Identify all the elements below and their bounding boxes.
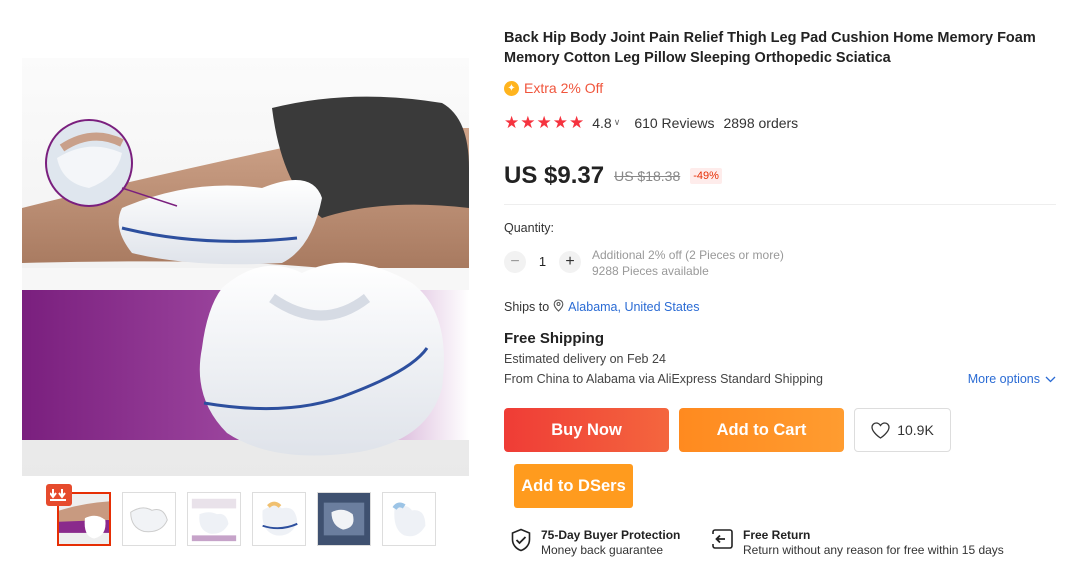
quantity-input[interactable]: 1 — [526, 254, 559, 269]
thumbnail-4[interactable] — [252, 492, 306, 546]
buyer-protection[interactable]: 75-Day Buyer Protection Money back guara… — [510, 528, 680, 558]
product-title: Back Hip Body Joint Pain Relief Thigh Le… — [504, 30, 1036, 66]
star-icon: ★ — [552, 113, 568, 132]
download-badge-icon[interactable] — [46, 484, 72, 506]
add-to-dsers-button[interactable]: Add to DSers — [514, 464, 633, 508]
thumbnail-6[interactable] — [382, 492, 436, 546]
guarantee-title: Free Return — [743, 528, 811, 542]
guarantee-subtitle: Money back guarantee — [541, 543, 664, 557]
ships-to-row: Ships to Alabama, United States — [504, 299, 700, 315]
thumbnail-5[interactable] — [317, 492, 371, 546]
thumbnail-strip — [57, 492, 436, 546]
more-options-link[interactable]: More options — [968, 372, 1056, 386]
shield-check-icon — [511, 528, 531, 552]
guarantee-subtitle: Return without any reason for free withi… — [743, 543, 1004, 557]
quantity-decrease-button[interactable]: − — [504, 251, 526, 273]
return-icon — [710, 529, 733, 549]
star-icon: ★ — [504, 113, 520, 132]
discount-badge: -49% — [690, 168, 722, 184]
current-price: US $9.37 — [504, 162, 605, 189]
reviews-link[interactable]: 610 Reviews — [634, 115, 714, 131]
wishlist-count: 10.9K — [897, 422, 934, 438]
add-to-cart-button[interactable]: Add to Cart — [679, 408, 844, 452]
orders-count: 2898 orders — [723, 114, 799, 131]
thumbnail-3[interactable] — [187, 492, 241, 546]
shipping-method-title: Free Shipping — [504, 330, 605, 347]
wishlist-button[interactable]: 10.9K — [854, 408, 951, 452]
star-icon: ★ — [569, 113, 585, 132]
ships-to-label: Ships to — [504, 300, 550, 314]
free-return[interactable]: Free Return Return without any reason fo… — [710, 528, 1004, 558]
chevron-down-icon: ∨ — [613, 117, 621, 127]
shipping-route-row: From China to Alabama via AliExpress Sta… — [504, 372, 1056, 386]
star-rating: ★ ★ ★ ★ ★ — [504, 114, 584, 131]
quantity-promo: Additional 2% off (2 Pieces or more) — [592, 248, 784, 262]
rating-number: 4.8 — [592, 114, 612, 131]
estimated-delivery: Estimated delivery on Feb 24 — [504, 352, 666, 366]
original-price: US $18.38 — [614, 168, 681, 184]
coupon-text: Extra 2% Off — [524, 80, 604, 96]
stock-available: 9288 Pieces available — [592, 264, 709, 278]
quantity-info: Additional 2% off (2 Pieces or more) 928… — [592, 247, 784, 279]
product-main-image[interactable] — [22, 58, 469, 476]
thumbnail-2[interactable] — [122, 492, 176, 546]
price-row: US $9.37 US $18.38 -49% — [504, 162, 722, 190]
quantity-increase-button[interactable]: + — [559, 251, 581, 273]
star-icon: ★ — [520, 113, 536, 132]
quantity-stepper: − 1 + Additional 2% off (2 Pieces or mor… — [504, 247, 784, 279]
more-options-label: More options — [967, 372, 1040, 386]
buy-now-button[interactable]: Buy Now — [504, 408, 669, 452]
guarantee-title: 75-Day Buyer Protection — [541, 528, 681, 542]
quantity-label: Quantity: — [504, 221, 555, 235]
location-pin-icon — [553, 299, 564, 315]
shipping-route: From China to Alabama via AliExpress Sta… — [504, 372, 823, 386]
destination-link[interactable]: Alabama, United States — [568, 300, 699, 314]
heart-icon — [871, 421, 890, 439]
coupon-icon: ✦ — [504, 80, 519, 96]
rating-row: ★ ★ ★ ★ ★ 4.8 ∨ 610 Reviews 2898 orders — [504, 114, 798, 131]
star-icon: ★ — [536, 113, 552, 132]
rating-value[interactable]: 4.8 ∨ — [592, 115, 620, 131]
divider — [504, 204, 1056, 205]
chevron-down-icon — [1045, 376, 1056, 382]
coupon-badge[interactable]: ✦ Extra 2% Off — [504, 80, 603, 96]
